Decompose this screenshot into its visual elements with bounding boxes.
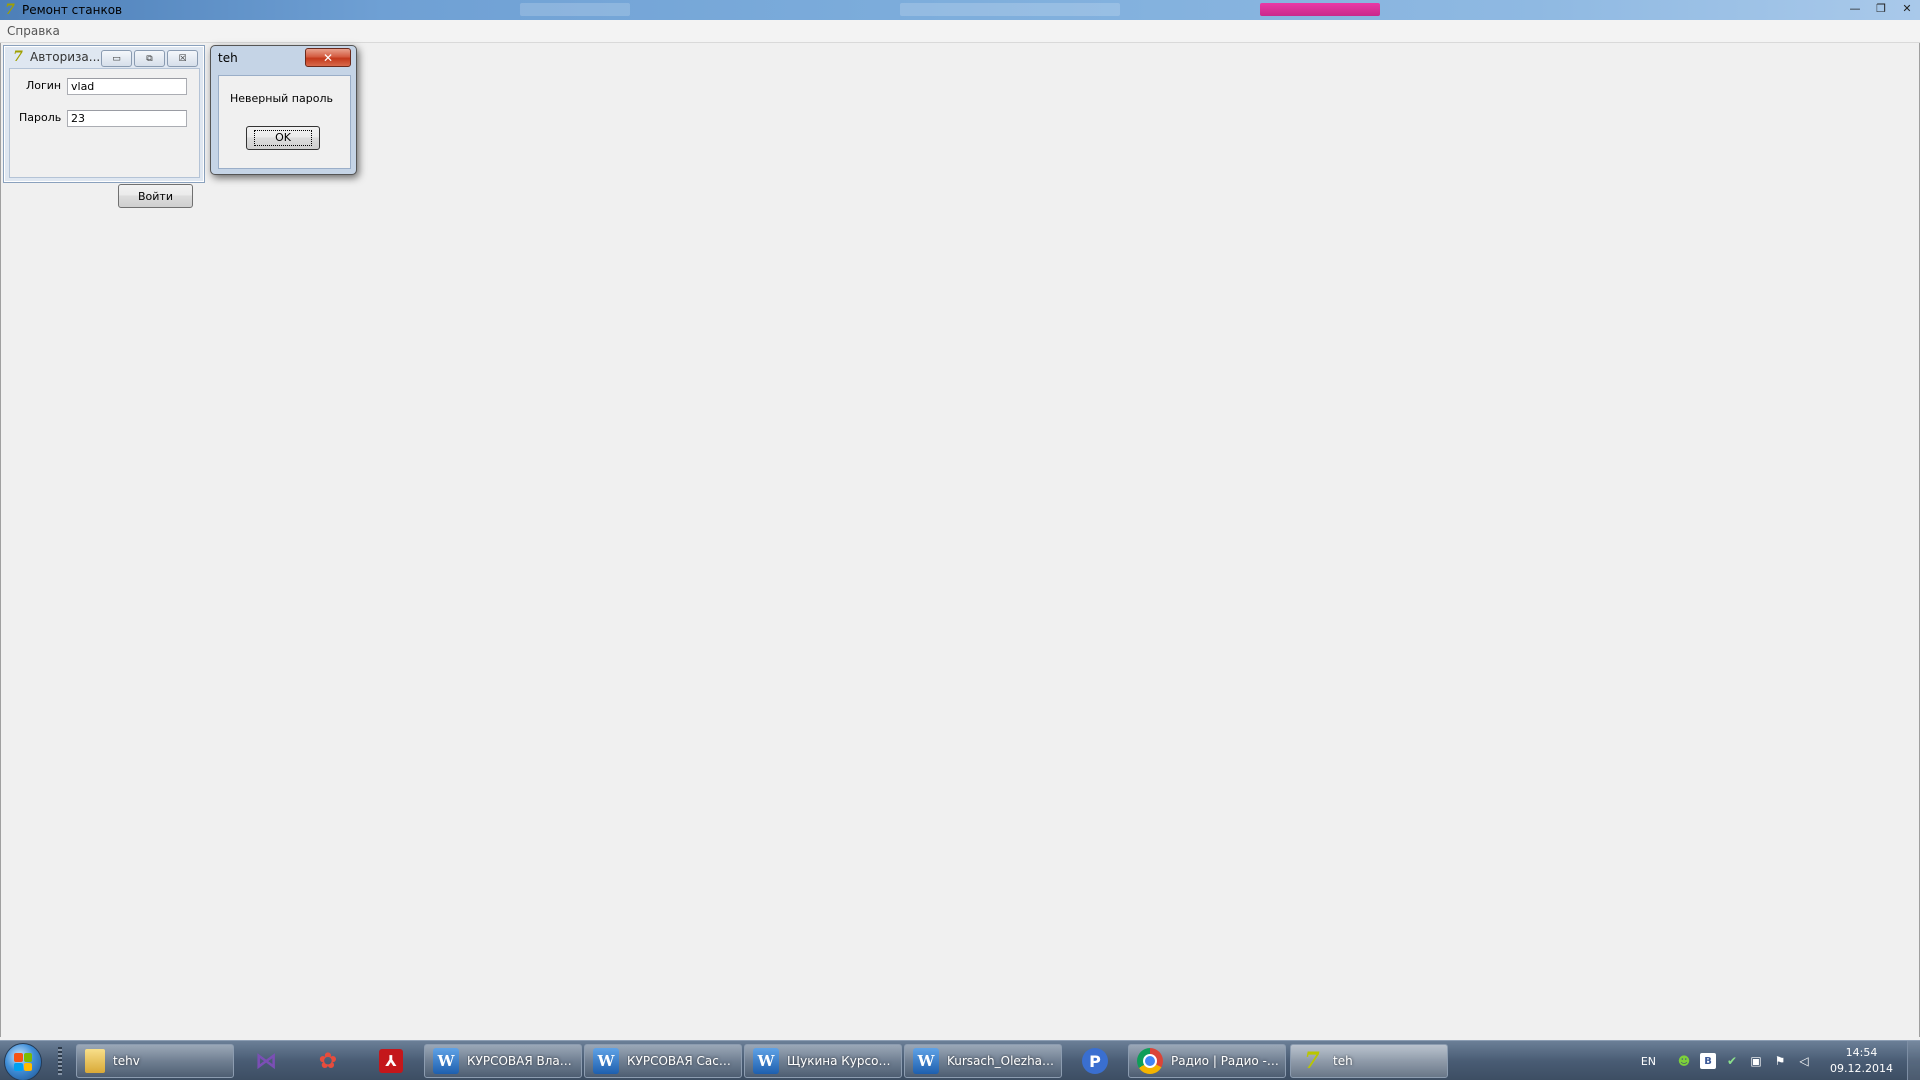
taskbar-item-teh[interactable]: 7 teh (1290, 1044, 1448, 1078)
close-icon: ✕ (322, 50, 334, 65)
clock-date: 09.12.2014 (1830, 1062, 1893, 1075)
security-icon[interactable]: ✔ (1724, 1053, 1740, 1069)
taskbar-item-word-1[interactable]: W КУРСОВАЯ Влада... (424, 1044, 582, 1078)
titlebar-ghost-mid (900, 3, 1120, 16)
password-input[interactable] (67, 110, 187, 127)
restore-button[interactable]: ⧉ (134, 50, 165, 67)
titlebar-ghost-left (520, 3, 630, 16)
message-box-title: teh (218, 51, 238, 65)
ok-button[interactable]: OK (246, 126, 320, 150)
login-input[interactable] (67, 78, 187, 95)
taskbar-item-label: Радио | Радио - N... (1171, 1054, 1285, 1068)
minimize-button[interactable]: ▭ (101, 50, 132, 67)
menu-item-help[interactable]: Справка (0, 24, 67, 38)
paint-icon: ✿ (318, 1048, 338, 1074)
network-icon[interactable]: ▣ (1748, 1053, 1764, 1069)
volume-icon[interactable]: ◁ (1796, 1053, 1812, 1069)
taskbar-item-label: КУРСОВАЯ Влада... (467, 1054, 581, 1068)
message-text: Неверный пароль (230, 92, 333, 105)
visual-studio-icon: ⋈ (255, 1048, 277, 1074)
auth-window-controls: ▭ ⧉ ☒ (101, 50, 198, 67)
close-button[interactable]: ✕ (1894, 0, 1920, 16)
antivirus-icon[interactable]: ☻ (1676, 1053, 1692, 1069)
taskbar-grip[interactable] (58, 1047, 62, 1075)
taskbar-item-label: Kursach_Olezha - ... (947, 1054, 1061, 1068)
taskbar-item-radiot[interactable]: P (1066, 1044, 1124, 1078)
windows-logo-icon (14, 1053, 32, 1071)
minimize-button[interactable]: — (1842, 0, 1868, 16)
taskbar-item-word-2[interactable]: W КУРСОВАЯ Сасо... (584, 1044, 742, 1078)
taskbar-item-tehv[interactable]: tehv (76, 1044, 234, 1078)
taskbar-item-label: teh (1333, 1054, 1353, 1068)
desktop: 7 Ремонт станков — ❐ ✕ Справка 7 Авториз… (0, 0, 1920, 1080)
word-icon: W (433, 1048, 459, 1074)
message-box-close-button[interactable]: ✕ (305, 48, 351, 67)
ok-button-label: OK (254, 130, 312, 146)
show-desktop-button[interactable] (1907, 1041, 1920, 1080)
login-label: Логин (26, 79, 62, 92)
message-box: teh ✕ Неверный пароль OK (210, 45, 357, 175)
password-label: Пароль (19, 111, 62, 124)
taskbar-item-label: tehv (113, 1054, 140, 1068)
word-icon: W (593, 1048, 619, 1074)
auth-window-titlebar[interactable]: 7 Авториза... ▭ ⧉ ☒ (4, 46, 204, 68)
auth-form: Логин Пароль Войти (9, 68, 200, 208)
app-icon: 7 (1304, 1048, 1320, 1074)
vk-icon[interactable]: B (1700, 1053, 1717, 1069)
word-icon: W (913, 1048, 939, 1074)
start-button[interactable] (4, 1043, 42, 1080)
taskbar-item-label: Щукина Курсова... (787, 1054, 901, 1068)
folder-icon (85, 1049, 105, 1073)
app-icon: 7 (13, 49, 23, 65)
acrobat-icon: ⅄ (379, 1049, 403, 1073)
action-center-flag-icon[interactable]: ⚑ (1772, 1053, 1788, 1069)
menubar: Справка (0, 20, 1920, 43)
close-button[interactable]: ☒ (167, 50, 198, 67)
mdi-client-area (0, 43, 1920, 1037)
maximize-button[interactable]: ❐ (1868, 0, 1894, 16)
language-indicator[interactable]: EN (1641, 1055, 1656, 1068)
taskbar-item-chrome[interactable]: Радио | Радио - N... (1128, 1044, 1286, 1078)
window-controls: — ❐ ✕ (1842, 0, 1920, 18)
clock-time: 14:54 (1845, 1046, 1878, 1059)
system-tray: EN ☻ B ✔ ▣ ⚑ ◁ 14:54 09.12.2014 (1641, 1041, 1920, 1080)
titlebar-ghost-highlight (1260, 3, 1380, 16)
taskbar-item-word-4[interactable]: W Kursach_Olezha - ... (904, 1044, 1062, 1078)
taskbar: tehv ⋈ ✿ ⅄ W КУРСОВАЯ Влада... W КУРСОВА… (0, 1040, 1920, 1080)
taskbar-item-acrobat[interactable]: ⅄ (362, 1044, 420, 1078)
radiot-icon: P (1082, 1048, 1108, 1074)
app-icon: 7 (5, 2, 15, 18)
taskbar-item-paint[interactable]: ✿ (298, 1044, 358, 1078)
auth-window: 7 Авториза... ▭ ⧉ ☒ Логин Пароль Войти (3, 45, 205, 208)
login-button[interactable]: Войти (118, 184, 193, 208)
taskbar-item-label: КУРСОВАЯ Сасо... (627, 1054, 738, 1068)
message-box-titlebar[interactable]: teh ✕ (211, 46, 356, 70)
word-icon: W (753, 1048, 779, 1074)
message-box-body: Неверный пароль OK (218, 75, 351, 169)
taskbar-item-visual-studio[interactable]: ⋈ (238, 1044, 294, 1078)
chrome-icon (1137, 1048, 1163, 1074)
window-title: Ремонт станков (22, 3, 123, 17)
auth-window-title: Авториза... (30, 50, 101, 64)
taskbar-item-word-3[interactable]: W Щукина Курсова... (744, 1044, 902, 1078)
clock[interactable]: 14:54 09.12.2014 (1830, 1045, 1893, 1077)
main-titlebar[interactable]: 7 Ремонт станков — ❐ ✕ (0, 0, 1920, 20)
